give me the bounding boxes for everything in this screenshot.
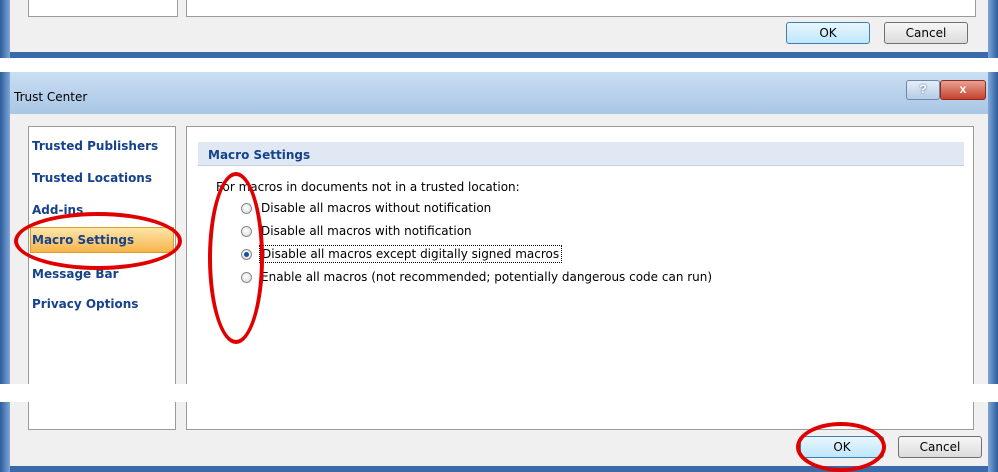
crop-gap-middle (0, 384, 998, 402)
nav-item-add-ins[interactable]: Add-ins (32, 203, 83, 217)
nav-item-trusted-publishers[interactable]: Trusted Publishers (32, 139, 158, 153)
window-frame-left (0, 72, 10, 384)
nav-item-macro-settings[interactable]: Macro Settings (32, 233, 134, 247)
macro-intro-text: For macros in documents not in a trusted… (216, 180, 520, 194)
help-button[interactable]: ? (906, 80, 940, 100)
option-label-disable-no-notification[interactable]: Disable all macros without notification (261, 201, 491, 215)
window-title: Trust Center (14, 90, 88, 104)
top-dialog-fragment: OK Cancel (0, 0, 998, 58)
nav-item-message-bar[interactable]: Message Bar (32, 267, 119, 281)
nav-panel-remnant (28, 0, 178, 17)
option-label-disable-with-notification[interactable]: Disable all macros with notification (261, 224, 472, 238)
radio-disable-no-notification[interactable] (241, 203, 252, 214)
top-ok-button[interactable]: OK (786, 22, 870, 44)
nav-item-trusted-locations[interactable]: Trusted Locations (32, 171, 152, 185)
section-header (198, 142, 964, 166)
window-frame-left-lower (0, 402, 10, 472)
radio-disable-with-notification[interactable] (241, 226, 252, 237)
radio-enable-all[interactable] (241, 272, 252, 283)
window-frame-right-lower (988, 402, 998, 472)
window-frame-bottom (10, 466, 988, 472)
title-bar[interactable] (10, 72, 988, 114)
window-frame-right (988, 0, 998, 58)
window-frame-left (0, 0, 10, 58)
content-panel-lower (186, 402, 974, 430)
option-label-enable-all[interactable]: Enable all macros (not recommended; pote… (261, 270, 712, 284)
trust-center-window: Trust Center ? x Trusted Publishers Trus… (0, 72, 998, 472)
radio-disable-except-signed[interactable] (241, 249, 252, 260)
crop-gap-top (0, 58, 998, 72)
option-label-disable-except-signed[interactable]: Disable all macros except digitally sign… (259, 245, 563, 263)
nav-item-privacy-options[interactable]: Privacy Options (32, 297, 138, 311)
nav-panel-lower (28, 402, 176, 430)
window-frame-right (988, 72, 998, 384)
ok-button[interactable]: OK (800, 436, 884, 458)
cancel-button[interactable]: Cancel (898, 436, 982, 458)
top-cancel-button[interactable]: Cancel (884, 22, 968, 44)
section-title: Macro Settings (208, 148, 311, 162)
nav-panel (28, 126, 176, 384)
close-button[interactable]: x (940, 80, 986, 100)
content-panel-remnant (186, 0, 976, 17)
